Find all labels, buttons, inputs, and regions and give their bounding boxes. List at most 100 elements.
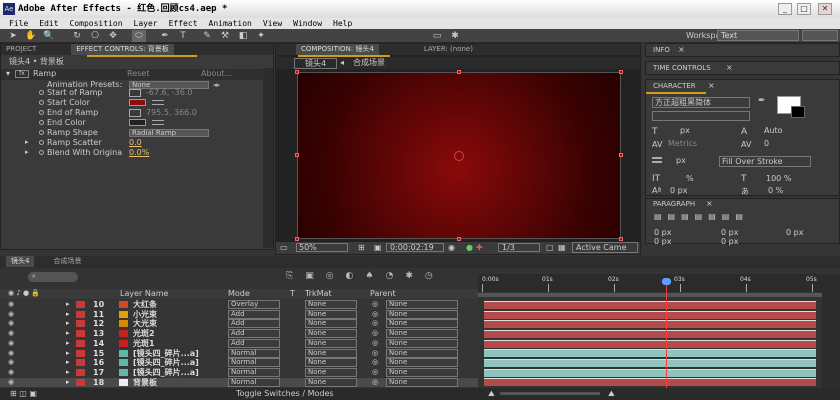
puppet-tool-icon[interactable]: ✦	[254, 30, 268, 42]
stroke-mode-select[interactable]: Fill Over Stroke	[719, 156, 811, 167]
layer-handle-bl[interactable]	[295, 237, 299, 241]
menu-animation[interactable]: Animation	[209, 19, 252, 28]
preset-arrows-icon[interactable]: ◂▸	[213, 81, 223, 89]
menu-window[interactable]: Window	[293, 19, 322, 28]
stopwatch-blend-icon[interactable]	[39, 150, 44, 155]
layer-duration-bar[interactable]	[484, 359, 816, 367]
tab-project[interactable]: PROJECT	[1, 44, 41, 55]
timecode-display[interactable]: 0:00:02:19	[386, 243, 444, 252]
clone-stamp-tool-icon[interactable]: ⚒	[218, 30, 232, 42]
layer-expand-icon[interactable]: ▸	[66, 358, 70, 367]
layer-expand-icon[interactable]: ▸	[66, 319, 70, 328]
layer-row[interactable]: ◉ ▸ 11 小光束 Add None ◎ None	[0, 309, 478, 320]
about-link[interactable]: About...	[201, 69, 232, 79]
layer-expand-icon[interactable]: ▸	[66, 300, 70, 309]
kerning-value[interactable]: Metrics	[668, 139, 697, 148]
layer-handle-tc[interactable]	[457, 70, 461, 74]
visibility-eye-icon[interactable]: ◉	[8, 310, 14, 319]
selection-tool-icon[interactable]: ➤	[6, 30, 20, 42]
stopwatch-end-color-icon[interactable]	[39, 120, 44, 125]
start-point-crosshair-icon[interactable]	[129, 89, 141, 97]
mask-tool-icon[interactable]: ⬭	[132, 30, 146, 42]
parent-pickwhip-icon[interactable]: ◎	[372, 358, 378, 367]
layer-trkmat-select[interactable]: None	[305, 300, 357, 309]
layer-handle-tl[interactable]	[295, 70, 299, 74]
layer-mode-select[interactable]: Add	[228, 338, 280, 348]
time-controls-close-icon[interactable]: ×	[726, 63, 733, 72]
stopwatch-end-ramp-icon[interactable]	[39, 110, 44, 115]
parent-pickwhip-icon[interactable]: ◎	[372, 329, 378, 338]
font-style-select[interactable]	[652, 111, 750, 121]
visibility-eye-icon[interactable]: ◉	[8, 349, 14, 358]
layer-name[interactable]: [镜头四_碎片...a]	[133, 368, 199, 377]
workspace-select[interactable]: Text	[717, 30, 799, 41]
start-color-eyedropper-icon[interactable]	[152, 100, 164, 105]
layer-mode-select[interactable]: Add	[228, 319, 280, 329]
time-ruler[interactable]: 0:00s 01s 02s 03s 04s 05s	[478, 274, 822, 292]
stopwatch-start-color-icon[interactable]	[39, 100, 44, 105]
eyedropper-icon[interactable]: ✒	[758, 96, 766, 106]
label-color-swatch[interactable]	[76, 378, 85, 386]
visibility-eye-icon[interactable]: ◉	[8, 378, 14, 387]
layer-duration-bar[interactable]	[484, 378, 816, 387]
stopwatch-ramp-scatter-icon[interactable]	[39, 140, 44, 145]
stopwatch-start-ramp-icon[interactable]	[39, 90, 44, 95]
rotate-tool-icon[interactable]: ↻	[70, 30, 84, 42]
visibility-eye-icon[interactable]: ◉	[8, 339, 14, 348]
tab-composition[interactable]: COMPOSITION: 镜头4	[296, 44, 379, 55]
layer-row[interactable]: ◉ ▸ 16 [镜头四_碎片...a] Normal None ◎ None	[0, 358, 478, 368]
reset-link[interactable]: Reset	[127, 69, 149, 79]
vertical-scale-value[interactable]: %	[686, 174, 694, 183]
leading-value[interactable]: Auto	[764, 126, 783, 135]
stopwatch-ramp-shape-icon[interactable]	[39, 130, 44, 135]
tab-timeline-comp1[interactable]: 镜头4	[6, 256, 35, 267]
zoom-tool-icon[interactable]: 🔍	[42, 30, 56, 42]
ramp-shape-select[interactable]: Radial Ramp	[129, 129, 209, 137]
layer-handle-ml[interactable]	[295, 153, 299, 157]
parent-pickwhip-icon[interactable]: ◎	[372, 339, 378, 348]
layer-trkmat-select[interactable]: None	[305, 309, 357, 319]
parent-pickwhip-icon[interactable]: ◎	[372, 378, 378, 387]
visibility-eye-icon[interactable]: ◉	[8, 329, 14, 338]
layer-name[interactable]: 小光束	[133, 310, 157, 319]
menu-composition[interactable]: Composition	[70, 19, 123, 28]
label-color-swatch[interactable]	[76, 359, 85, 367]
layer-mode-select[interactable]: Add	[228, 329, 280, 339]
layer-expand-icon[interactable]: ▸	[66, 349, 70, 358]
snapshot-icon[interactable]: ◉	[448, 243, 455, 252]
camera-select[interactable]: Active Came	[572, 242, 638, 253]
end-color-swatch[interactable]	[129, 119, 146, 126]
channel-icon[interactable]: ●	[466, 243, 473, 252]
align-icon[interactable]: ▭	[430, 30, 444, 42]
layer-name[interactable]: [镜头四_碎片...a]	[133, 349, 199, 358]
visibility-eye-icon[interactable]: ◉	[8, 319, 14, 328]
footer-icons[interactable]: ⊞ ◫ ▣	[10, 389, 37, 398]
expand-blend-icon[interactable]: ▸	[25, 148, 29, 156]
tab-timeline-comp2[interactable]: 合成场景	[48, 256, 86, 267]
end-color-eyedropper-icon[interactable]	[152, 120, 164, 125]
safe-zones-icon[interactable]: ⊞	[358, 243, 365, 252]
layer-name[interactable]: 光斑2	[133, 329, 155, 338]
layer-expand-icon[interactable]: ▸	[66, 339, 70, 348]
end-of-ramp-value[interactable]: 795.5, 366.0	[146, 108, 197, 118]
pen-tool-icon[interactable]: ✒	[158, 30, 172, 42]
start-of-ramp-value[interactable]: -67.6, -36.0	[146, 88, 192, 98]
parent-pickwhip-icon[interactable]: ◎	[372, 349, 378, 358]
pan-behind-tool-icon[interactable]: ✥	[106, 30, 120, 42]
layer-name[interactable]: [镜头四_碎片...a]	[133, 358, 199, 367]
snap-icon[interactable]: ✱	[448, 30, 462, 42]
label-color-swatch[interactable]	[76, 301, 85, 308]
character-tab[interactable]: CHARACTER	[653, 82, 696, 90]
layer-row[interactable]: ◉ ▸ 17 [镜头四_碎片...a] Normal None ◎ None	[0, 367, 478, 378]
layer-parent-select[interactable]: None	[386, 338, 458, 348]
layer-trkmat-select[interactable]: None	[305, 358, 357, 368]
text-tool-icon[interactable]: T	[176, 30, 190, 42]
tab-effect-controls[interactable]: EFFECT CONTROLS: 背景板	[71, 44, 174, 55]
layer-row[interactable]: ◉ ▸ 12 大光束 Add None ◎ None	[0, 319, 478, 329]
layer-expand-icon[interactable]: ▸	[66, 368, 70, 377]
layer-mode-select[interactable]: Add	[228, 309, 280, 319]
layer-row[interactable]: ◉ ▸ 18 背景板 Normal None ◎ None	[0, 377, 478, 388]
layer-row[interactable]: ◉ ▸ 10 大红条 Overlay None ◎ None	[0, 300, 478, 310]
character-close-icon[interactable]: ×	[708, 81, 715, 90]
brush-tool-icon[interactable]: ✎	[200, 30, 214, 42]
